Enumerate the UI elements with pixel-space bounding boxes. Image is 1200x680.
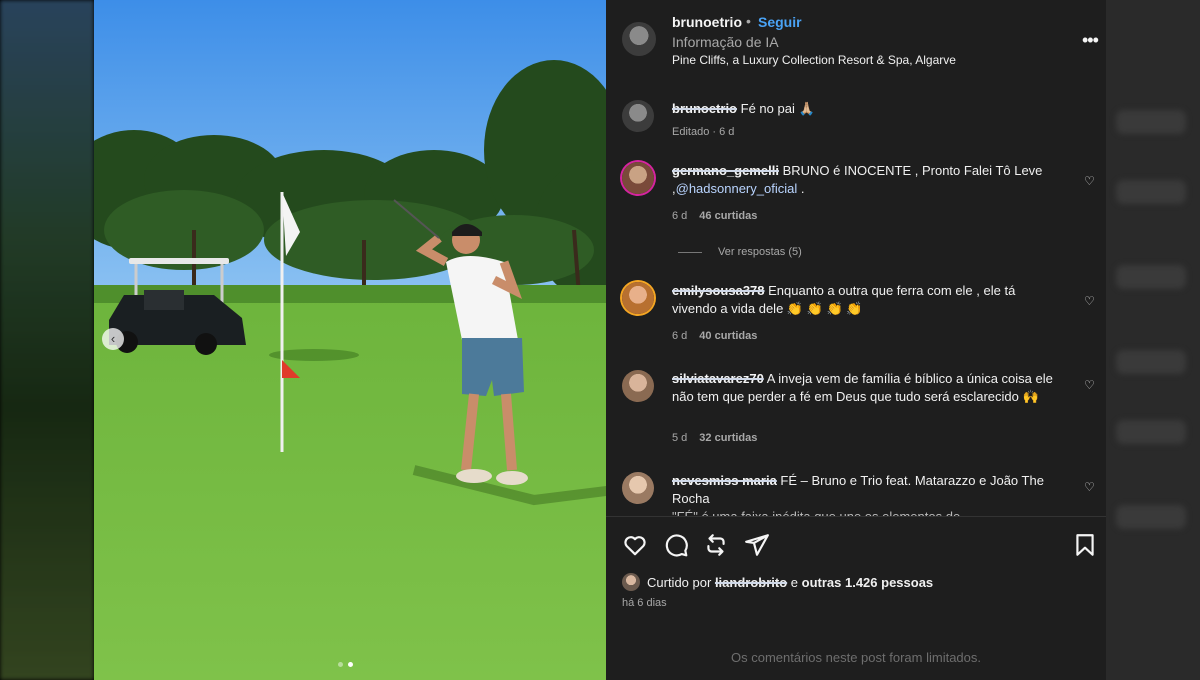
- comment-partial-text: "FÉ" é uma faixa inédita que une os elem…: [672, 508, 1062, 516]
- liker-username[interactable]: liandrobrito: [715, 575, 787, 590]
- comment-meta: 6 d 40 curtidas: [672, 330, 757, 342]
- carousel-dot[interactable]: [338, 662, 343, 667]
- post-header: brunoetrio • Seguir Informação de IA Pin…: [606, 0, 1106, 78]
- likes-and: e: [790, 575, 799, 590]
- comment-text: germano_gemelli BRUNO é INOCENTE , Pront…: [672, 162, 1062, 198]
- carousel-prev-button[interactable]: ‹: [102, 328, 124, 350]
- comment-text: nevesmiss maria FÉ – Bruno e Trio feat. …: [672, 472, 1062, 516]
- post-timestamp[interactable]: há 6 dias: [622, 597, 667, 609]
- bookmark-icon[interactable]: [1072, 532, 1098, 558]
- comment-avatar[interactable]: [622, 162, 654, 194]
- comment-time: 5 d: [672, 432, 688, 444]
- separator-dot: •: [746, 13, 751, 29]
- comment-time: 6 d: [672, 330, 688, 342]
- comment-avatar[interactable]: [622, 282, 654, 314]
- comment-likes[interactable]: 40 curtidas: [699, 330, 757, 342]
- divider: [606, 516, 1106, 517]
- comment-heart-icon[interactable]: ♡: [1084, 294, 1095, 308]
- follow-button[interactable]: Seguir: [758, 14, 802, 30]
- author-avatar[interactable]: [622, 22, 656, 56]
- comment-text: emilysousa378 Enquanto a outra que ferra…: [672, 282, 1062, 318]
- comment-text: silviatavarez70 A inveja vem de família …: [672, 370, 1062, 406]
- comment-avatar[interactable]: [622, 472, 654, 504]
- carousel-indicator: [338, 662, 353, 667]
- likes-summary[interactable]: Curtido por liandrobrito e outras 1.426 …: [622, 573, 1102, 593]
- post-actions-bar: [606, 530, 1106, 560]
- comments-limited-notice: Os comentários neste post foram limitado…: [731, 650, 981, 665]
- comment-body: Fé no pai 🙏🏼: [740, 101, 815, 116]
- ai-info-link[interactable]: Informação de IA: [672, 34, 779, 50]
- post-photo[interactable]: ‹: [94, 0, 606, 680]
- post-sidebar: brunoetrio • Seguir Informação de IA Pin…: [606, 0, 1106, 680]
- liker-avatar[interactable]: [622, 573, 640, 591]
- likes-prefix: Curtido por: [647, 575, 712, 590]
- view-replies-button[interactable]: Ver respostas (5): [678, 246, 802, 258]
- comment-username[interactable]: germano_gemelli: [672, 163, 779, 178]
- comment-meta: 5 d 32 curtidas: [672, 432, 757, 444]
- comment-meta: 6 d 46 curtidas: [672, 210, 757, 222]
- comment-heart-icon[interactable]: ♡: [1084, 174, 1095, 188]
- comment-username[interactable]: silviatavarez70: [672, 371, 764, 386]
- comment-likes[interactable]: 32 curtidas: [699, 432, 757, 444]
- repost-icon[interactable]: [703, 532, 729, 558]
- heart-icon[interactable]: [622, 532, 648, 558]
- comment-username[interactable]: emilysousa378: [672, 283, 765, 298]
- carousel-dot-active[interactable]: [348, 662, 353, 667]
- send-icon[interactable]: [744, 532, 770, 558]
- location-link[interactable]: Pine Cliffs, a Luxury Collection Resort …: [672, 53, 956, 67]
- comment-heart-icon[interactable]: ♡: [1084, 480, 1095, 494]
- comments-list[interactable]: brunoetrio Fé no pai 🙏🏼 Editado · 6 d ge…: [606, 90, 1106, 516]
- comment-icon[interactable]: [663, 532, 689, 558]
- comment-meta: Editado · 6 d: [672, 126, 735, 138]
- comment-time: 6 d: [672, 210, 688, 222]
- blurred-background-left: [0, 0, 94, 680]
- blurred-background-right: [1106, 0, 1200, 680]
- comment-tail: .: [797, 181, 805, 196]
- likes-text: Curtido por liandrobrito e outras 1.426 …: [647, 575, 933, 590]
- comment-heart-icon[interactable]: ♡: [1084, 378, 1095, 392]
- comment-text: brunoetrio Fé no pai 🙏🏼: [672, 100, 1062, 118]
- golf-course-image: [94, 0, 606, 680]
- comment-likes[interactable]: 46 curtidas: [699, 210, 757, 222]
- comment-username[interactable]: brunoetrio: [672, 101, 737, 116]
- more-options-icon[interactable]: •••: [1082, 30, 1099, 51]
- comment-avatar[interactable]: [622, 370, 654, 402]
- comment-username[interactable]: nevesmiss maria: [672, 473, 777, 488]
- comment-mention[interactable]: @hadsonnery_oficial: [676, 181, 798, 196]
- comment-avatar[interactable]: [622, 100, 654, 132]
- author-username[interactable]: brunoetrio: [672, 14, 742, 30]
- likes-count[interactable]: outras 1.426 pessoas: [802, 575, 934, 590]
